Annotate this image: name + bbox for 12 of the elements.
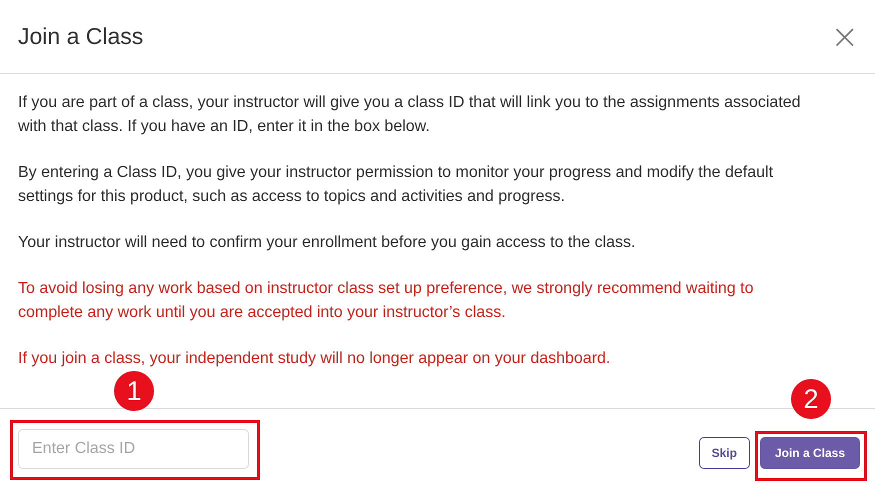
close-button[interactable]: × [824,20,865,54]
dialog-title: Join a Class [18,23,144,50]
step-number: 2 [791,379,831,419]
class-id-field[interactable]: Enter Class ID [18,429,249,469]
info-text: Your instructor will need to confirm your enrollment before you gain access to the class. [18,233,636,253]
join-button[interactable]: Join a Class [760,437,860,469]
step-number: 1 [114,371,154,411]
warning-text: To avoid losing any work based on instructor class set up preference, we strongly recommend waiting to complete any work until you are accepted into your instructor’s class. [18,279,754,323]
info-text: By entering a Class ID, you give your instructor permission to monitor your progress and modify the default settings for this product, such as access to topics and activities and progress. [18,163,774,207]
warning-text: If you join a class, your independent study will no longer appear on your dashboard. [18,349,612,369]
info-text: If you are part of a class, your instructor will give you a class ID that will link you to the assignments associated with that class. If you have an ID, enter it in the box below. [18,93,802,137]
skip-button[interactable]: Skip [698,437,750,469]
